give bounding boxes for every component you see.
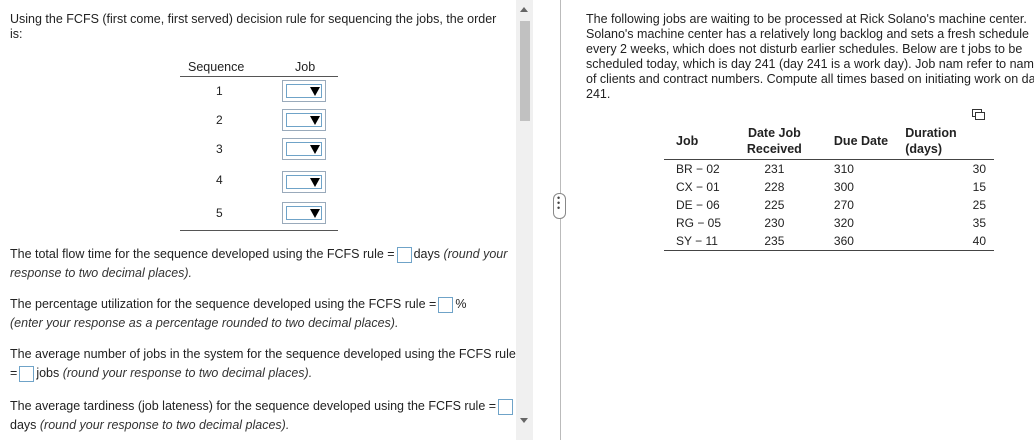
question-avg-jobs: The average number of jobs in the system…	[10, 347, 516, 382]
cell-job: RG − 05	[676, 216, 722, 230]
cell-duration: 25	[972, 198, 986, 212]
question-pane: Using the FCFS (first come, first served…	[0, 0, 516, 440]
sequence-table-header: Sequence Job	[180, 58, 338, 77]
table-row: CX − 01 228 300 15	[664, 178, 994, 196]
header-duration: Duration (days)	[905, 123, 994, 160]
cell-due-date: 320	[833, 216, 854, 230]
job-select-2[interactable]	[282, 109, 326, 131]
question-avg-tardiness: The average tardiness (job lateness) for…	[10, 397, 516, 435]
cell-due-date: 360	[811, 232, 906, 251]
dropdown-arrow-icon	[310, 209, 320, 218]
dropdown-arrow-icon	[310, 116, 320, 125]
intro-text: Using the FCFS (first come, first served…	[10, 12, 497, 41]
table-row: BR − 02 231 310 30	[664, 160, 994, 179]
scrollbar-thumb[interactable]	[520, 21, 530, 121]
sequence-table: Sequence Job 1 2 3 4 5	[180, 58, 338, 238]
question-total-flow-time: The total flow time for the sequence dev…	[10, 246, 508, 280]
header-date-received: Date Job Received	[736, 123, 812, 160]
cell-duration: 30	[972, 162, 986, 176]
sequence-row: 5	[180, 202, 338, 226]
job-header: Job	[295, 60, 316, 74]
cell-due-date: 270	[833, 198, 854, 212]
jobs-table-header: Job Date Job Received Due Date Duration …	[664, 123, 994, 160]
cell-job: CX − 01	[676, 180, 720, 194]
question-utilization: The percentage utilization for the seque…	[10, 296, 467, 330]
sequence-number: 1	[216, 84, 223, 98]
cell-duration: 40	[905, 232, 994, 251]
avg-tardiness-input[interactable]	[498, 398, 514, 415]
scroll-up-icon[interactable]	[520, 7, 528, 12]
table-row: RG − 05 230 320 35	[664, 214, 994, 232]
cell-date-received: 230	[764, 216, 785, 230]
dropdown-arrow-icon	[310, 145, 320, 154]
cell-date-received: 225	[764, 198, 785, 212]
cell-date-received: 231	[764, 162, 785, 176]
job-select-4[interactable]	[282, 171, 326, 193]
table-row: DE − 06 225 270 25	[664, 196, 994, 214]
sequence-number: 2	[216, 113, 223, 127]
cell-job: BR − 02	[676, 162, 720, 176]
header-due-date: Due Date	[811, 123, 906, 160]
job-select-1[interactable]	[282, 80, 326, 102]
cell-job: DE − 06	[676, 198, 720, 212]
dropdown-arrow-icon	[310, 87, 320, 96]
pane-divider	[560, 0, 561, 440]
cell-job: SY − 11	[664, 232, 737, 251]
sequence-row: 3	[180, 138, 338, 162]
table-row: SY − 11 235 360 40	[664, 232, 994, 251]
jobs-table: Job Date Job Received Due Date Duration …	[664, 123, 994, 251]
total-flow-time-input[interactable]	[396, 246, 412, 263]
job-select-3[interactable]	[282, 138, 326, 160]
sequence-row: 2	[180, 109, 338, 133]
cell-due-date: 300	[833, 180, 854, 194]
cell-duration: 35	[972, 216, 986, 230]
job-select-5[interactable]	[282, 202, 326, 224]
sequence-row: 1	[180, 80, 338, 104]
cell-date-received: 228	[764, 180, 785, 194]
sequence-row: 4	[180, 171, 338, 195]
sequence-header: Sequence	[188, 60, 245, 74]
cell-due-date: 310	[833, 162, 854, 176]
problem-text: The following jobs are waiting to be pro…	[586, 12, 1034, 101]
sequence-number: 4	[216, 173, 223, 187]
avg-jobs-input[interactable]	[19, 365, 35, 382]
cell-date-received: 235	[736, 232, 812, 251]
scroll-down-icon[interactable]	[520, 418, 528, 423]
header-job: Job	[664, 123, 737, 160]
cell-duration: 15	[972, 180, 986, 194]
copy-icon[interactable]	[972, 109, 985, 120]
problem-pane: The following jobs are waiting to be pro…	[586, 0, 1034, 440]
sequence-number: 5	[216, 206, 223, 220]
sequence-table-bottom-rule	[180, 230, 338, 231]
sequence-number: 3	[216, 142, 223, 156]
utilization-input[interactable]	[438, 296, 454, 313]
dropdown-arrow-icon	[310, 178, 320, 187]
drag-handle-icon[interactable]: • • •	[553, 193, 566, 219]
